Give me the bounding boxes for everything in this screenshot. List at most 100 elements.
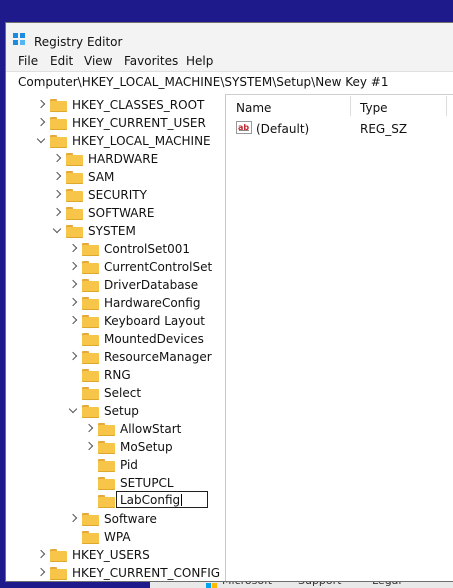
tree-item[interactable]: HKEY_CLASSES_ROOT (6, 96, 225, 114)
tree-item-label: HKEY_LOCAL_MACHINE (72, 134, 211, 148)
folder-icon (50, 117, 67, 130)
rename-key-input[interactable]: LabConfig (116, 491, 208, 508)
registry-editor-window: Registry Editor File Edit View Favorites… (5, 22, 453, 582)
folder-icon (50, 135, 67, 148)
tree-item-label: ControlSet001 (104, 242, 190, 256)
folder-icon (98, 423, 115, 436)
address-path[interactable]: Computer\HKEY_LOCAL_MACHINE\SYSTEM\Setup… (18, 75, 388, 89)
tree-item[interactable]: SYSTEM (6, 222, 225, 240)
tree-item-label: HardwareConfig (104, 296, 201, 310)
tree-item-label: MountedDevices (104, 332, 204, 346)
chevron-right-icon[interactable] (84, 442, 94, 452)
folder-icon (98, 477, 115, 490)
tree-item-label: Keyboard Layout (104, 314, 206, 328)
chevron-right-icon[interactable] (52, 172, 62, 182)
tree-item[interactable]: LabConfig (6, 491, 225, 510)
tree-item[interactable]: ControlSet001 (6, 240, 225, 258)
chevron-down-icon[interactable] (52, 226, 62, 236)
text-caret (181, 494, 183, 506)
folder-icon (98, 459, 115, 472)
folder-icon (82, 333, 99, 346)
chevron-right-icon[interactable] (68, 262, 78, 272)
address-bar[interactable]: Computer\HKEY_LOCAL_MACHINE\SYSTEM\Setup… (6, 71, 453, 95)
tree-item[interactable]: HardwareConfig (6, 294, 225, 312)
chevron-right-icon[interactable] (52, 154, 62, 164)
tree-item-label: SETUPCL (120, 476, 174, 490)
tree-item-label: SYSTEM (88, 224, 136, 238)
tree-item-label: MoSetup (120, 440, 173, 454)
tree-item[interactable]: SETUPCL (6, 474, 225, 492)
menu-view[interactable]: View (84, 54, 112, 68)
key-tree[interactable]: HKEY_CLASSES_ROOT HKEY_CURRENT_USER HKEY_L… (6, 94, 226, 581)
column-separator[interactable] (446, 96, 447, 116)
tree-item-label: SAM (88, 170, 115, 184)
chevron-right-icon[interactable] (36, 118, 46, 128)
tree-item-label: CurrentControlSet (104, 260, 213, 274)
tree-item[interactable]: HKEY_LOCAL_MACHINE (6, 132, 225, 150)
chevron-right-icon[interactable] (36, 568, 46, 578)
tree-item[interactable]: Software (6, 510, 225, 528)
folder-icon (82, 369, 99, 382)
menu-help[interactable]: Help (186, 54, 213, 68)
chevron-down-icon[interactable] (36, 136, 46, 146)
tree-item[interactable]: HKEY_CURRENT_USER (6, 114, 225, 132)
tree-item-label: HKEY_CURRENT_USER (72, 116, 206, 130)
value-row[interactable]: ab (Default) REG_SZ (226, 120, 453, 138)
chevron-right-icon[interactable] (52, 208, 62, 218)
tree-item[interactable]: HARDWARE (6, 150, 225, 168)
value-type: REG_SZ (360, 122, 408, 136)
tree-item-label: HKEY_CLASSES_ROOT (72, 98, 205, 112)
tree-item[interactable]: MoSetup (6, 438, 225, 456)
tree-item-label: Pid (120, 458, 138, 472)
column-header-type[interactable]: Type (360, 101, 388, 115)
tree-item[interactable]: SAM (6, 168, 225, 186)
tree-item[interactable]: RNG (6, 366, 225, 384)
chevron-right-icon[interactable] (52, 190, 62, 200)
title-bar[interactable]: Registry Editor (6, 23, 453, 53)
folder-icon (66, 207, 83, 220)
chevron-right-icon[interactable] (68, 244, 78, 254)
tree-item[interactable]: Keyboard Layout (6, 312, 225, 330)
tree-item[interactable]: HKEY_CURRENT_CONFIG (6, 564, 225, 581)
tree-item[interactable]: AllowStart (6, 420, 225, 438)
folder-icon (98, 441, 115, 454)
chevron-right-icon[interactable] (68, 298, 78, 308)
column-separator[interactable] (350, 96, 351, 116)
rename-key-text: LabConfig (120, 493, 181, 507)
folder-icon (66, 171, 83, 184)
tree-item-label: WPA (104, 530, 131, 544)
tree-item-label: Software (104, 512, 157, 526)
chevron-right-icon[interactable] (84, 424, 94, 434)
folder-icon (82, 279, 99, 292)
tree-item[interactable]: ResourceManager (6, 348, 225, 366)
folder-icon (82, 351, 99, 364)
panes: HKEY_CLASSES_ROOT HKEY_CURRENT_USER HKEY_L… (6, 94, 453, 581)
column-header-name[interactable]: Name (236, 101, 271, 115)
tree-item[interactable]: CurrentControlSet (6, 258, 225, 276)
chevron-right-icon[interactable] (68, 352, 78, 362)
values-pane[interactable]: Name Type ab (Default) REG_SZ (226, 94, 453, 581)
chevron-right-icon[interactable] (36, 550, 46, 560)
tree-item[interactable]: SOFTWARE (6, 204, 225, 222)
tree-item[interactable]: DriverDatabase (6, 276, 225, 294)
tree-item-label: ResourceManager (104, 350, 212, 364)
registry-editor-app-icon (13, 33, 26, 46)
chevron-right-icon[interactable] (68, 316, 78, 326)
tree-item-label: HKEY_CURRENT_CONFIG (72, 566, 221, 580)
chevron-down-icon[interactable] (68, 406, 78, 416)
tree-item[interactable]: Setup (6, 402, 225, 420)
tree-item[interactable]: SECURITY (6, 186, 225, 204)
tree-item[interactable]: MountedDevices (6, 330, 225, 348)
chevron-right-icon[interactable] (36, 100, 46, 110)
tree-item-label: HARDWARE (88, 152, 159, 166)
chevron-right-icon[interactable] (68, 280, 78, 290)
tree-item[interactable]: HKEY_USERS (6, 546, 225, 564)
menu-favorites[interactable]: Favorites (124, 54, 178, 68)
chevron-right-icon[interactable] (68, 514, 78, 524)
menu-file[interactable]: File (18, 54, 38, 68)
menu-edit[interactable]: Edit (50, 54, 73, 68)
tree-item[interactable]: Pid (6, 456, 225, 474)
tree-item[interactable]: WPA (6, 528, 225, 546)
menu-bar: File Edit View Favorites Help (6, 53, 453, 71)
tree-item[interactable]: Select (6, 384, 225, 402)
